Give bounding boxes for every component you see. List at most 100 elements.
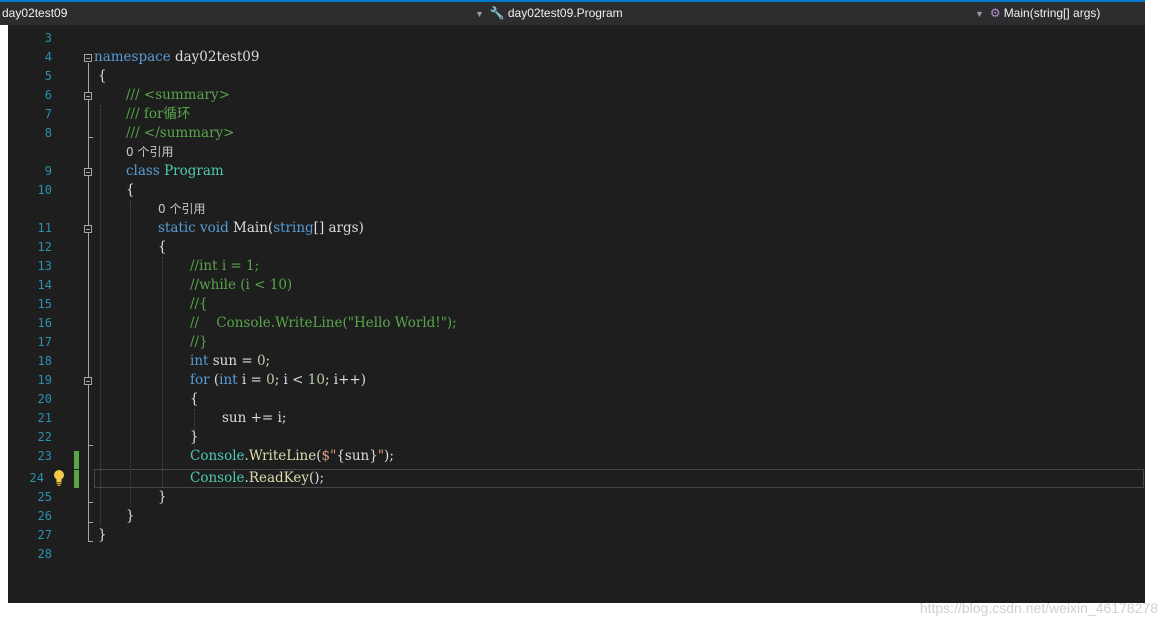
collapse-toggle[interactable] — [84, 54, 92, 62]
outline-end — [88, 541, 93, 542]
collapse-toggle[interactable] — [84, 168, 92, 176]
code-line-24: Console.ReadKey(); — [190, 470, 325, 486]
code-line-4: namespace day02test09 — [94, 48, 259, 67]
doc-comment-summary-close: /// </summary> — [126, 125, 235, 141]
indent-guide — [130, 200, 131, 506]
line-number: 17 — [37, 335, 52, 349]
collapse-toggle[interactable] — [84, 225, 92, 233]
main-params: [] args) — [313, 220, 364, 236]
namespace-name: day02test09 — [170, 49, 260, 65]
code-line-17: //} — [190, 334, 208, 350]
indent-guide — [162, 257, 163, 487]
code-line-27: } — [98, 527, 107, 543]
outline-end — [88, 445, 93, 446]
code-line-5: { — [98, 68, 107, 84]
code-line-26: } — [126, 508, 135, 524]
type-dropdown[interactable]: ▼ 🔧 day02test09.Program — [475, 2, 623, 25]
line-number: 6 — [44, 88, 52, 102]
line-number: 8 — [44, 126, 52, 140]
indent-guide — [100, 105, 101, 525]
code-editor[interactable]: 3 4 5 6 7 8 9 10 11 12 13 14 15 16 17 18… — [8, 25, 1145, 603]
outline-line — [88, 63, 89, 541]
outline-end — [88, 502, 93, 503]
code-line-22: } — [190, 429, 199, 445]
line-number: 4 — [44, 50, 52, 64]
code-line-13: //int i = 1; — [190, 258, 260, 274]
main-method-name: Main — [233, 220, 268, 236]
code-line-14: //while (i < 10) — [190, 277, 293, 293]
readkey-method: ReadKey — [248, 470, 309, 486]
chevron-down-icon: ▼ — [975, 9, 984, 19]
line-number: 11 — [37, 221, 52, 235]
navigation-bar: day02test09 ▼ 🔧 day02test09.Program ▼ ⚙ Main… — [0, 0, 1145, 25]
collapse-toggle[interactable] — [84, 377, 92, 385]
line-number: 16 — [37, 316, 52, 330]
line-number: 7 — [44, 107, 52, 121]
outline-end — [88, 522, 93, 523]
line-number: 24 — [29, 471, 44, 485]
number-literal: 10 — [307, 372, 325, 388]
for-init: i = — [237, 372, 267, 388]
line-number: 9 — [44, 164, 52, 178]
code-line-9: class Program — [126, 162, 224, 181]
member-dropdown[interactable]: ▼ ⚙ Main(string[] args) — [975, 2, 1100, 25]
line-number: 12 — [37, 240, 52, 254]
line-number: 19 — [37, 373, 52, 387]
project-name: day02test09 — [2, 6, 68, 20]
line-number: 20 — [37, 392, 52, 406]
code-line-16: // Console.WriteLine("Hello World!"); — [190, 315, 457, 331]
console-class: Console — [190, 470, 245, 486]
lightbulb-icon[interactable] — [53, 469, 65, 487]
code-line-21: sun += i; — [222, 410, 287, 426]
class-keyword: class — [126, 163, 160, 179]
interpolation-expression: {sun} — [336, 448, 378, 464]
project-dropdown[interactable]: day02test09 — [2, 2, 67, 25]
code-line-25: } — [158, 489, 167, 505]
line-number: 3 — [44, 31, 52, 45]
string-literal-open: $" — [321, 448, 337, 464]
call-empty: (); — [309, 470, 325, 486]
line-number: 22 — [37, 430, 52, 444]
codelens-references[interactable]: 0 个引用 — [158, 200, 205, 219]
collapse-toggle[interactable] — [84, 92, 92, 100]
line-number: 5 — [44, 69, 52, 83]
line-number: 23 — [37, 449, 52, 463]
doc-comment-summary-open: /// <summary> — [126, 87, 230, 103]
for-condition: ; i < — [274, 372, 308, 388]
member-name: Main(string[] args) — [1003, 6, 1101, 20]
line-number: 10 — [37, 183, 52, 197]
chevron-down-icon: ▼ — [475, 9, 484, 19]
number-literal: 0 — [266, 372, 275, 388]
type-name: day02test09.Program — [507, 6, 623, 20]
call-close: ); — [384, 448, 394, 464]
code-line-19: for (int i = 0; i < 10; i++) — [190, 372, 366, 388]
code-line-15: //{ — [190, 296, 208, 312]
class-icon: 🔧 — [489, 6, 505, 20]
static-keyword: static — [158, 220, 196, 236]
screen: day02test09 ▼ 🔧 day02test09.Program ▼ ⚙ Main… — [0, 0, 1170, 617]
codelens-references[interactable]: 0 个引用 — [126, 143, 173, 162]
sun-declaration: sun = — [208, 353, 257, 369]
line-number: 27 — [37, 528, 52, 542]
doc-comment-summary-body: /// for循环 — [126, 106, 191, 122]
change-indicator — [74, 451, 79, 469]
class-name: Program — [164, 163, 224, 179]
line-number: 21 — [37, 411, 52, 425]
code-line-11: static void Main(string[] args) — [158, 220, 364, 236]
change-indicator — [74, 470, 79, 488]
writeline-method: WriteLine — [248, 448, 317, 464]
outline-end — [88, 137, 93, 138]
namespace-keyword: namespace — [94, 49, 171, 65]
code-line-18: int sun = 0; — [190, 353, 271, 369]
line-number: 14 — [37, 278, 52, 292]
console-class: Console — [190, 448, 245, 464]
int-keyword: int — [190, 353, 209, 369]
method-icon: ⚙ — [989, 6, 1001, 20]
for-increment: ; i++) — [324, 372, 366, 388]
number-literal: 0 — [256, 353, 266, 369]
line-number: 15 — [37, 297, 52, 311]
for-keyword: for — [190, 372, 210, 388]
int-keyword: int — [219, 372, 238, 388]
code-line-12: { — [158, 239, 167, 255]
watermark: https://blog.csdn.net/weixin_46178278 — [919, 600, 1158, 616]
